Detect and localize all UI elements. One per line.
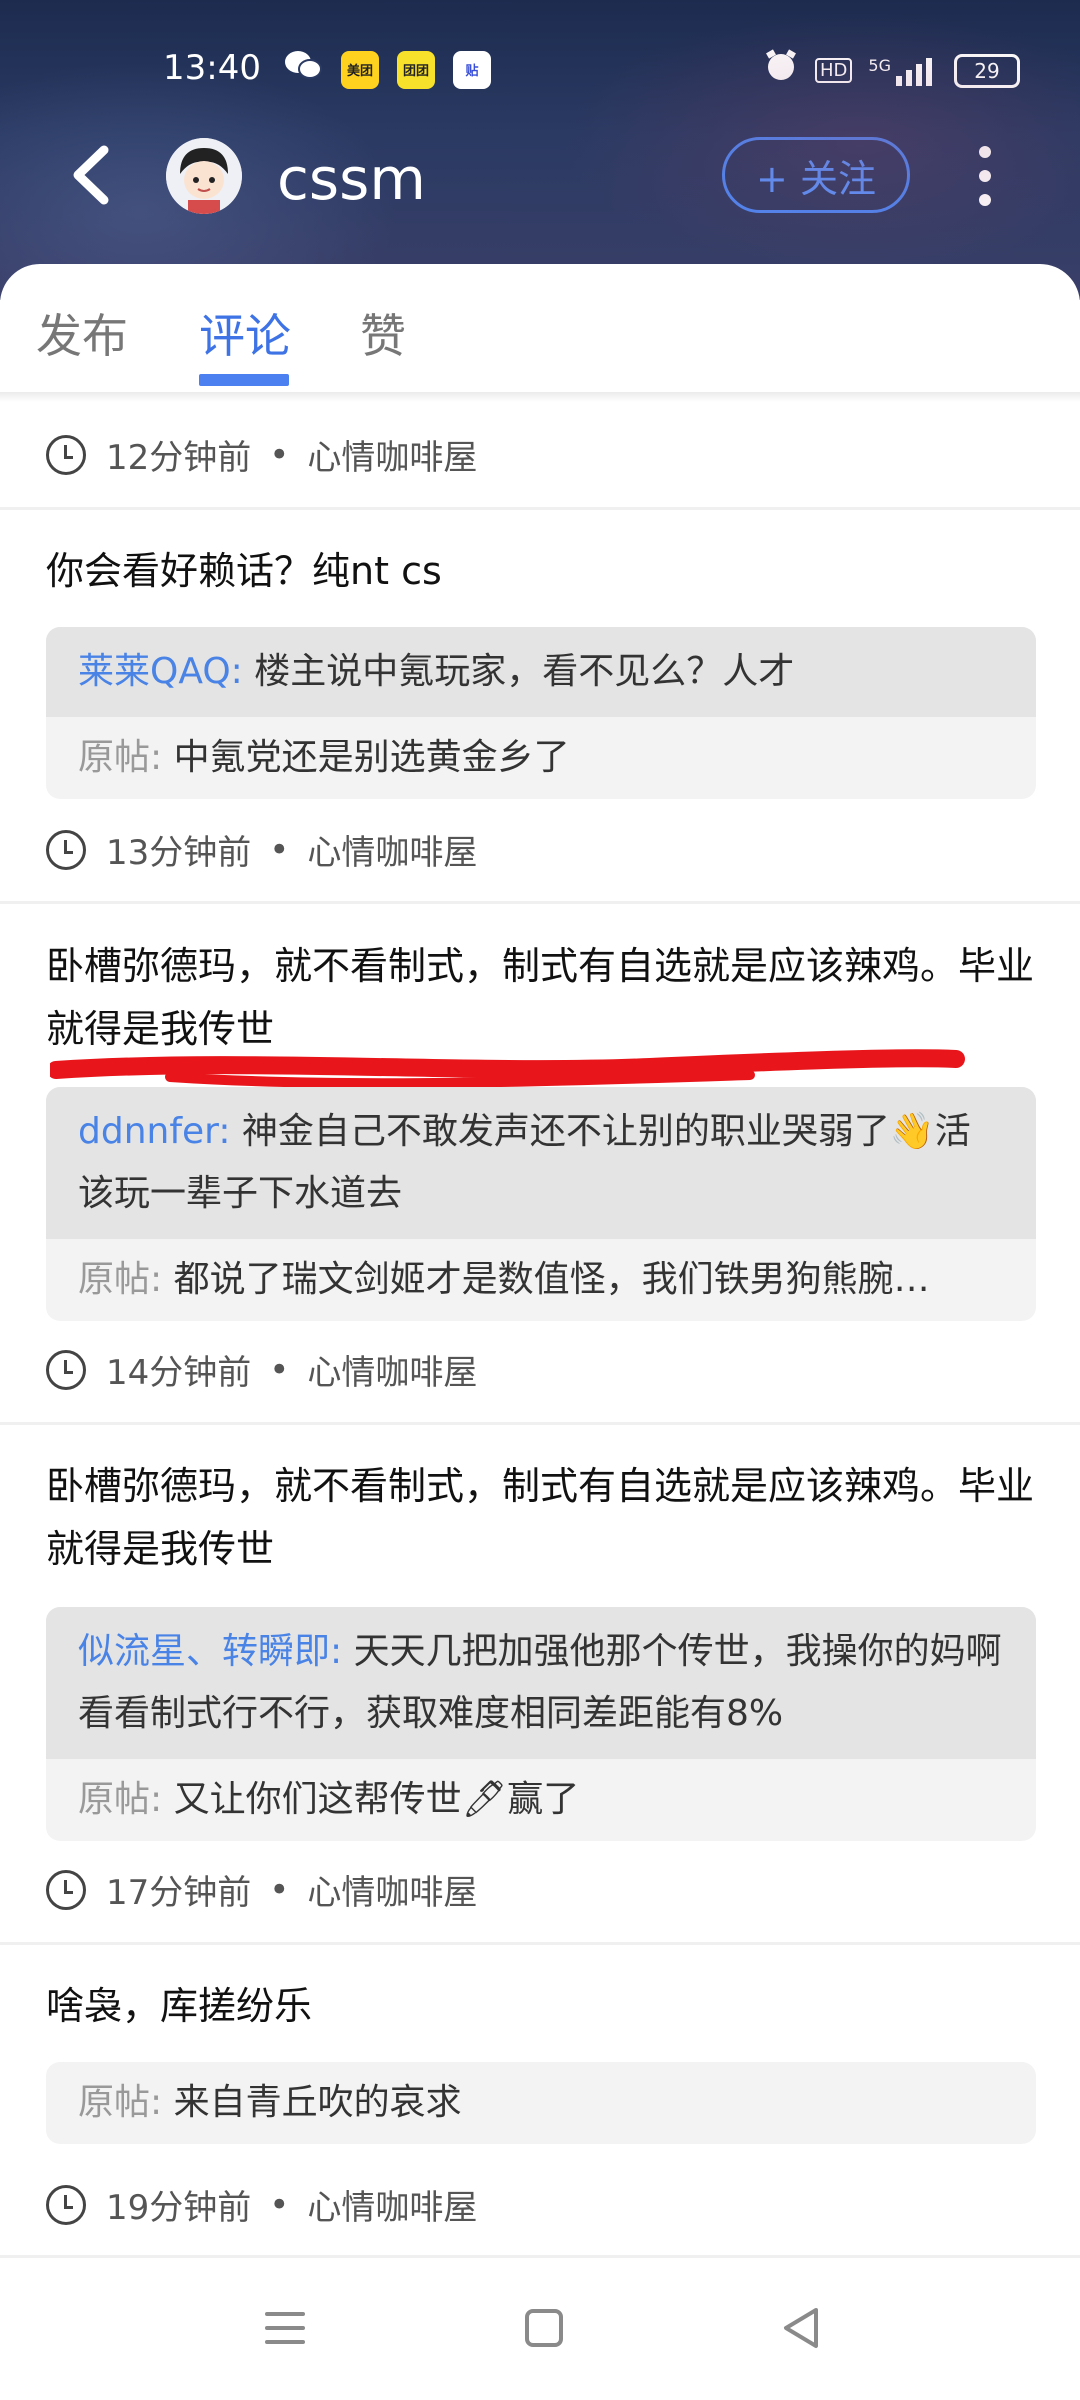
network-type-label: 5G: [868, 55, 891, 75]
comment-content[interactable]: 卧槽弥德玛，就不看制式，制式有自选就是应该辣鸡。毕业就得是我传世: [46, 935, 1036, 1061]
alarm-icon: [763, 48, 799, 93]
original-post[interactable]: 原帖: 来自青丘吹的哀求: [46, 2062, 1036, 2144]
original-post[interactable]: 原帖: 中氪党还是别选黄金乡了: [46, 717, 1036, 799]
comment-meta: 17分钟前 • 心情咖啡屋: [46, 1865, 477, 1914]
clock-icon: [46, 434, 86, 475]
comment-time: 12分钟前: [106, 438, 252, 478]
original-post[interactable]: 原帖: 又让你们这帮传世🖊赢了: [46, 1759, 1036, 1841]
signal-icon: 5G: [868, 56, 938, 86]
replied-username[interactable]: 似流星、转瞬即:: [78, 1631, 342, 1672]
replied-username[interactable]: ddnnfer:: [78, 1111, 230, 1152]
meta-separator: •: [269, 1869, 290, 1910]
status-notification-icons: 美团 团团 贴: [283, 48, 491, 91]
status-time: 13:40: [163, 48, 261, 88]
back-button[interactable]: [62, 140, 122, 210]
tuantuan-app-icon: 团团: [397, 50, 435, 89]
comment-time: 19分钟前: [106, 2188, 252, 2228]
clock-icon: [46, 2184, 86, 2225]
comment-content[interactable]: 你会看好赖话？纯nt cs: [46, 540, 1036, 603]
forum-name[interactable]: 心情咖啡屋: [307, 825, 477, 874]
menu-icon[interactable]: [255, 2298, 315, 2358]
meta-separator: •: [269, 1349, 290, 1390]
battery-indicator: 29: [953, 53, 1020, 88]
hd-icon: HD: [815, 58, 853, 83]
meta-separator: •: [269, 434, 290, 475]
divider: [0, 507, 1080, 510]
reply-context[interactable]: 莱莱QAQ: 楼主说中氪玩家，看不见么？人才 原帖: 中氪党还是别选黄金乡了: [46, 627, 1036, 799]
tieba-app-icon: 贴: [453, 50, 491, 89]
replied-comment: 莱莱QAQ: 楼主说中氪玩家，看不见么？人才: [46, 627, 1036, 717]
original-post-title: 中氪党还是别选黄金乡了: [173, 737, 570, 778]
comment-content[interactable]: 卧槽弥德玛，就不看制式，制式有自选就是应该辣鸡。毕业就得是我传世: [46, 1455, 1036, 1581]
comment-content[interactable]: 啥袅，库搓纷乐: [46, 1975, 1036, 2038]
replied-text: 楼主说中氪玩家，看不见么？人才: [254, 651, 795, 692]
home-icon[interactable]: [514, 2298, 574, 2358]
more-options-icon[interactable]: [970, 140, 1000, 210]
clock-icon: [46, 1869, 86, 1910]
clock-icon: [46, 1349, 86, 1390]
replied-comment: 似流星、转瞬即: 天天几把加强他那个传世，我操你的妈啊看看制式行不行，获取难度相…: [46, 1607, 1036, 1759]
reply-context[interactable]: 似流星、转瞬即: 天天几把加强他那个传世，我操你的妈啊看看制式行不行，获取难度相…: [46, 1607, 1036, 1841]
forum-name[interactable]: 心情咖啡屋: [307, 1865, 477, 1914]
clock-icon: [46, 829, 86, 870]
forum-name[interactable]: 心情咖啡屋: [307, 2180, 477, 2229]
wechat-icon: [283, 48, 323, 91]
comment-time: 14分钟前: [106, 1353, 252, 1393]
back-nav-icon[interactable]: [772, 2298, 832, 2358]
replied-comment: ddnnfer: 神金自己不敢发声还不让别的职业哭弱了👋活该玩一辈子下水道去: [46, 1087, 1036, 1239]
original-post-label: 原帖:: [78, 1779, 163, 1820]
replied-username[interactable]: 莱莱QAQ:: [78, 651, 243, 692]
original-post-label: 原帖:: [78, 1259, 163, 1300]
original-post-label: 原帖:: [78, 737, 163, 778]
divider: [0, 1942, 1080, 1945]
comment-meta: 14分钟前 • 心情咖啡屋: [46, 1345, 477, 1394]
comment-meta: 13分钟前 • 心情咖啡屋: [46, 825, 477, 874]
status-system-icons: HD 5G 29: [763, 48, 1020, 93]
reply-context[interactable]: ddnnfer: 神金自己不敢发声还不让别的职业哭弱了👋活该玩一辈子下水道去 原…: [46, 1087, 1036, 1321]
original-post-title: 都说了瑞文剑姬才是数值怪，我们铁男狗熊腕…: [173, 1259, 930, 1300]
follow-button[interactable]: + 关注: [722, 137, 910, 213]
original-post[interactable]: 原帖: 都说了瑞文剑姬才是数值怪，我们铁男狗熊腕…: [46, 1239, 1036, 1321]
avatar[interactable]: [166, 138, 242, 214]
tab-likes[interactable]: 赞: [360, 300, 406, 366]
profile-header: 13:40 美团 团团 贴 HD 5G 29 cssm + 关注: [0, 0, 1080, 300]
active-tab-indicator: [199, 374, 289, 386]
profile-tabs: 发布 评论 赞: [0, 264, 1080, 392]
comment-meta: 19分钟前 • 心情咖啡屋: [46, 2180, 477, 2229]
meta-separator: •: [269, 2184, 290, 2225]
original-post-title: 又让你们这帮传世🖊赢了: [173, 1779, 580, 1820]
forum-name[interactable]: 心情咖啡屋: [307, 1345, 477, 1394]
comment-meta: 12分钟前 • 心情咖啡屋: [46, 430, 477, 479]
comment-time: 13分钟前: [106, 833, 252, 873]
profile-username: cssm: [277, 145, 426, 213]
tab-posts[interactable]: 发布: [36, 300, 128, 366]
tab-comments[interactable]: 评论: [199, 300, 291, 366]
divider: [0, 1422, 1080, 1425]
divider: [0, 901, 1080, 904]
forum-name[interactable]: 心情咖啡屋: [307, 430, 477, 479]
status-bar: 13:40 美团 团团 贴 HD 5G 29: [0, 38, 1080, 98]
meituan-app-icon: 美团: [341, 50, 379, 89]
original-post-label: 原帖:: [78, 2082, 163, 2123]
meta-separator: •: [269, 829, 290, 870]
original-post-title: 来自青丘吹的哀求: [173, 2082, 462, 2123]
tabs-shadow: [0, 392, 1080, 402]
system-navigation-bar: [0, 2258, 1080, 2400]
comment-time: 17分钟前: [106, 1873, 252, 1913]
reply-context[interactable]: 原帖: 来自青丘吹的哀求: [46, 2062, 1036, 2144]
